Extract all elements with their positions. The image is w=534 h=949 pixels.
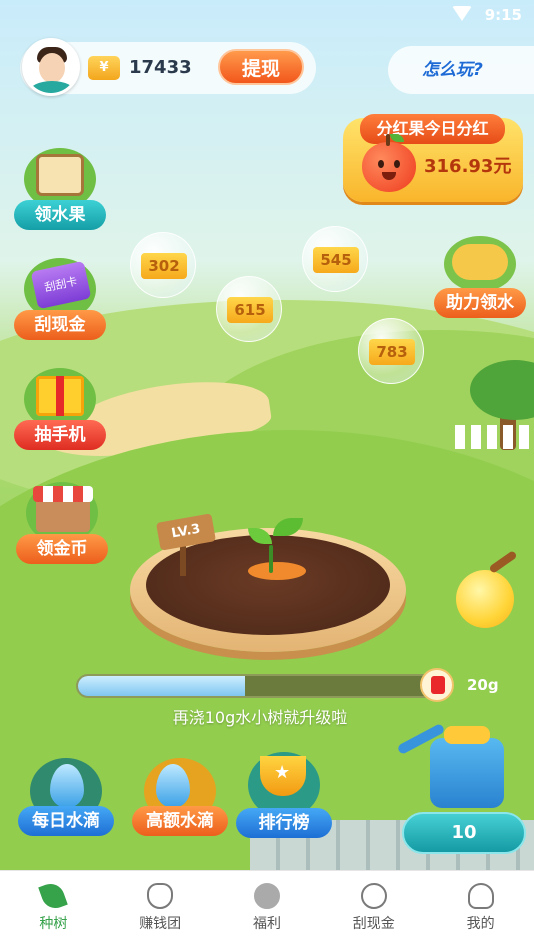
status-bar: 9:15 <box>0 0 534 30</box>
white-fence <box>455 425 534 449</box>
withdraw-button[interactable]: 提现 <box>218 49 304 85</box>
handshake-icon <box>452 244 508 280</box>
avatar-face <box>39 53 65 83</box>
tab-welfare[interactable]: 福利 <box>214 871 321 949</box>
tab-label: 赚钱团 <box>139 916 182 932</box>
red-packet-icon[interactable] <box>420 668 454 702</box>
side-item-draw-phone[interactable]: 抽手机 <box>14 368 106 458</box>
apple-icon <box>362 134 416 192</box>
water-drop-icon <box>50 764 84 808</box>
watering-can-lid <box>444 726 490 744</box>
leaderboard-button[interactable]: 排行榜 <box>236 752 332 842</box>
dividend-title: 分红果今日分红 <box>360 114 505 144</box>
water-bubble[interactable]: 545 <box>302 226 368 292</box>
progress-target: 20g <box>467 676 499 694</box>
daily-water-button[interactable]: 每日水滴 <box>18 758 114 848</box>
water-bubble[interactable]: 302 <box>130 232 196 298</box>
dividend-amount: 316.93元 <box>424 156 512 177</box>
leaf-icon <box>38 880 69 912</box>
growth-progress-fill <box>78 676 246 696</box>
help-water-button[interactable]: 助力领水 <box>434 236 526 326</box>
water-button[interactable]: 10 <box>402 812 526 854</box>
bubble-amount: 783 <box>369 339 415 365</box>
side-item-label: 领金币 <box>16 534 108 564</box>
avatar[interactable] <box>22 38 80 96</box>
tab-label: 种树 <box>39 916 68 932</box>
sprout-base <box>248 562 306 580</box>
person-icon <box>467 883 494 909</box>
help-water-label: 助力领水 <box>434 288 526 318</box>
tab-label: 我的 <box>466 916 495 932</box>
upgrade-hint: 再浇10g水小树就升级啦 <box>172 708 348 727</box>
bubble-amount: 302 <box>141 253 187 279</box>
side-item-scratch-cash[interactable]: 刮刮卡 刮现金 <box>14 258 106 348</box>
fruit-basket-icon <box>36 154 84 196</box>
bonus-water-button[interactable]: 高额水滴 <box>132 758 228 848</box>
growth-progress-bar <box>76 674 436 698</box>
tab-label: 刮现金 <box>352 916 395 932</box>
money-bag-icon <box>147 883 174 909</box>
action-label: 每日水滴 <box>18 806 114 836</box>
bottom-tab-bar: 种树 赚钱团 福利 刮现金 我的 <box>0 870 534 949</box>
water-drops-icon <box>156 764 190 808</box>
tab-earn-team[interactable]: 赚钱团 <box>107 871 214 949</box>
status-time: 9:15 <box>484 6 522 24</box>
wifi-icon <box>452 6 472 21</box>
shop-icon <box>33 486 93 532</box>
water-bubble[interactable]: 615 <box>216 276 282 342</box>
bubble-amount: 615 <box>227 297 273 323</box>
side-item-label: 抽手机 <box>14 420 106 450</box>
coin-balance: 17433 <box>129 57 192 78</box>
tab-scratch-cash[interactable]: 刮现金 <box>320 871 427 949</box>
side-item-collect-coins[interactable]: 领金币 <box>16 482 108 572</box>
action-label: 排行榜 <box>236 808 332 838</box>
apple-eye-right <box>394 160 400 168</box>
side-item-label: 刮现金 <box>14 310 106 340</box>
apple-mouth <box>382 172 396 180</box>
tab-label: 福利 <box>252 916 281 932</box>
circle-icon <box>360 883 387 909</box>
gift-box-icon <box>36 376 84 416</box>
watering-can-icon[interactable] <box>430 738 504 808</box>
yen-icon <box>253 883 280 909</box>
bubble-amount: 545 <box>313 247 359 273</box>
tab-plant-tree[interactable]: 种树 <box>0 871 107 949</box>
sprout-stem <box>269 545 273 573</box>
side-item-label: 领水果 <box>14 200 106 230</box>
coin-icon: ¥ <box>88 56 120 80</box>
trophy-icon <box>260 756 306 796</box>
water-bubble[interactable]: 783 <box>358 318 424 384</box>
apple-eye-left <box>378 160 384 168</box>
honey-pot-icon[interactable] <box>456 570 514 628</box>
action-label: 高额水滴 <box>132 806 228 836</box>
how-to-play-button[interactable]: 怎么玩? <box>388 46 534 94</box>
tab-mine[interactable]: 我的 <box>427 871 534 949</box>
side-item-collect-fruit[interactable]: 领水果 <box>14 148 106 238</box>
